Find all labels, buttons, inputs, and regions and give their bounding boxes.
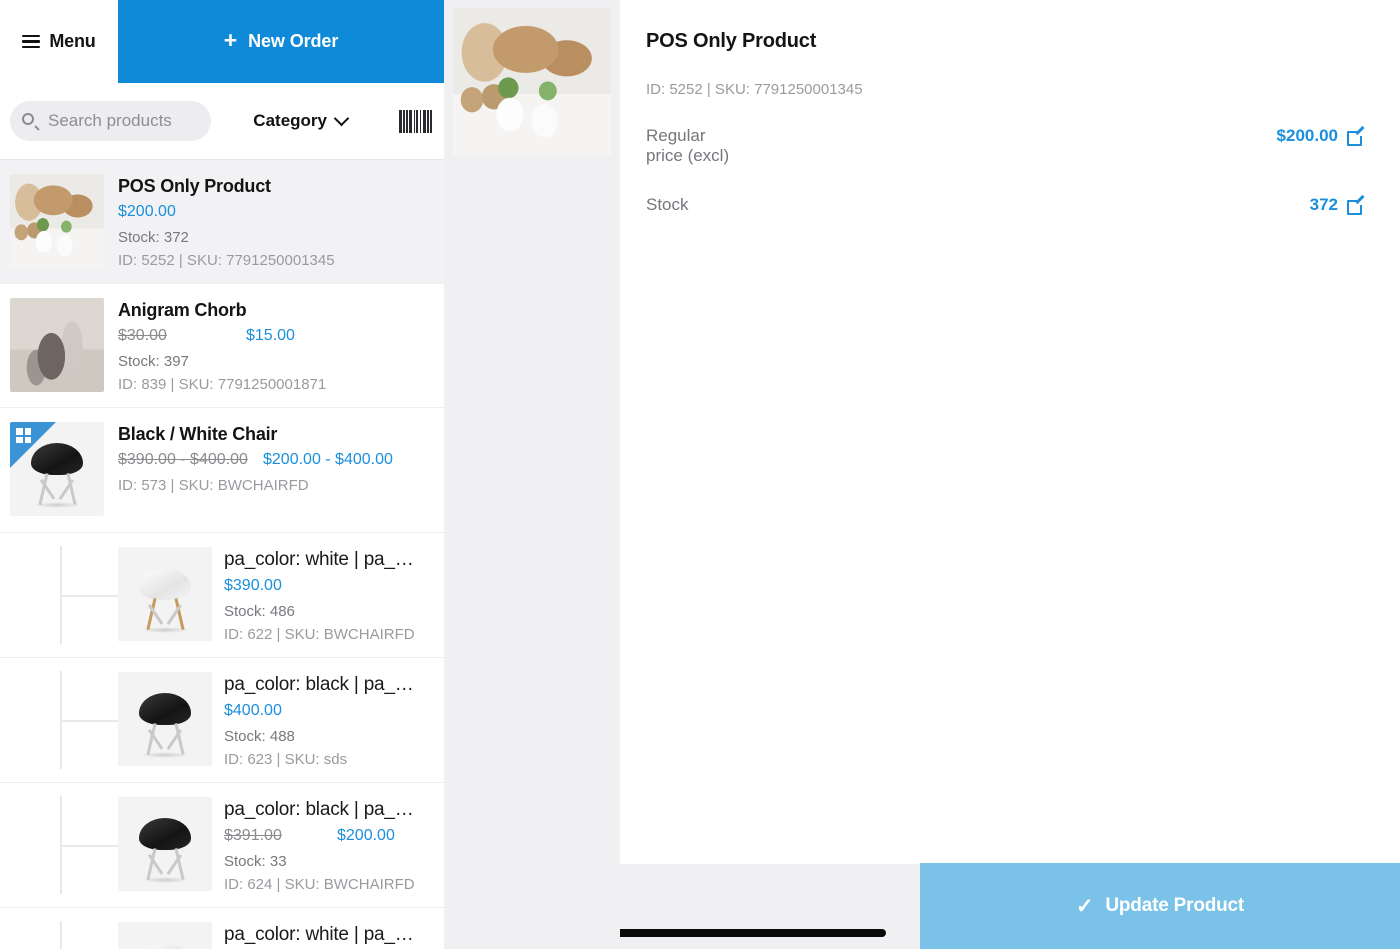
detail-row-stock: Stock 372: [646, 194, 1366, 215]
update-product-label: Update Product: [1105, 895, 1245, 916]
variant-thumbnail: [118, 797, 212, 891]
detail-label: Regular price (excl): [646, 126, 729, 165]
product-ids: ID: 5252 | SKU: 7791250001345: [118, 252, 335, 269]
variant-tree-connector: [0, 671, 118, 769]
new-order-button[interactable]: + New Order: [118, 0, 444, 83]
list-item[interactable]: pa_color: black | pa_… $400.00 Stock: 48…: [0, 658, 444, 783]
variant-ids: ID: 622 | SKU: BWCHAIRFD: [224, 626, 415, 643]
search-input[interactable]: [48, 111, 198, 131]
variant-name: pa_color: white | pa_…: [224, 549, 414, 570]
product-regular-price: $30.00: [118, 327, 167, 344]
product-thumbnail: [10, 174, 104, 268]
plus-icon: +: [223, 27, 238, 53]
pos-app-screen: Menu + New Order Category: [0, 0, 1400, 949]
page-title: POS Only Product: [646, 30, 817, 52]
variant-price: $200.00: [337, 827, 395, 844]
detail-label: Stock: [646, 195, 689, 215]
product-ids: ID: 573 | SKU: BWCHAIRFD: [118, 477, 309, 494]
left-products-column: Menu + New Order Category: [0, 0, 444, 949]
variant-stock: Stock: 488: [224, 728, 295, 745]
variant-name: pa_color: black | pa_…: [224, 674, 414, 695]
product-stock: Stock: 397: [118, 353, 189, 370]
product-detail-area: POS Only Product ID: 5252 | SKU: 7791250…: [620, 0, 1400, 949]
product-price: $200.00 - $400.00: [263, 451, 393, 468]
preview-column: [444, 0, 620, 949]
category-dropdown[interactable]: Category: [253, 110, 350, 131]
grid-icon: [16, 428, 31, 443]
product-price: $200.00: [118, 203, 176, 220]
product-thumbnail: [10, 298, 104, 392]
hamburger-icon: [22, 34, 41, 49]
check-icon: ✓: [1075, 894, 1094, 918]
variant-thumbnail: [118, 547, 212, 641]
variant-regular-price: $391.00: [224, 827, 282, 844]
search-toolbar: Category: [0, 83, 444, 160]
table-row[interactable]: Anigram Chorb $30.00 $15.00 Stock: 397 I…: [0, 284, 444, 408]
product-name: POS Only Product: [118, 176, 271, 196]
update-product-button[interactable]: ✓ Update Product: [920, 863, 1400, 949]
variant-stock: Stock: 33: [224, 853, 287, 870]
variant-thumbnail: [118, 672, 212, 766]
category-label: Category: [253, 111, 327, 130]
product-preview-image: [453, 8, 611, 156]
variant-name: pa_color: white | pa_…: [224, 924, 414, 945]
menu-button[interactable]: Menu: [0, 0, 118, 83]
variant-ids: ID: 623 | SKU: sds: [224, 751, 348, 768]
barcode-scan-button[interactable]: [398, 109, 432, 133]
product-name: Anigram Chorb: [118, 300, 247, 320]
variant-name: pa_color: black | pa_…: [224, 799, 414, 820]
detail-meta: ID: 5252 | SKU: 7791250001345: [646, 81, 863, 98]
stock-value: 372: [1309, 195, 1338, 215]
product-name: Black / White Chair: [118, 424, 278, 444]
chevron-down-icon: [333, 110, 350, 127]
table-row[interactable]: Black / White Chair $390.00 - $400.00 $2…: [0, 408, 444, 533]
variant-stock: Stock: 486: [224, 603, 295, 620]
product-price: $15.00: [246, 327, 295, 344]
menu-button-label: Menu: [49, 31, 96, 51]
product-ids: ID: 839 | SKU: 7791250001871: [118, 376, 327, 393]
product-regular-price: $390.00 - $400.00: [118, 451, 248, 468]
detail-row-regular-price: Regular price (excl) $200.00: [646, 125, 1366, 165]
new-order-label: New Order: [248, 31, 339, 51]
top-bar: Menu + New Order: [0, 0, 444, 83]
search-icon: [22, 112, 40, 131]
edit-pencil-icon[interactable]: [1347, 125, 1366, 146]
list-item[interactable]: pa_color: white | pa_… $390.00 Stock: 30…: [0, 908, 444, 949]
variant-thumbnail: [118, 922, 212, 949]
edit-pencil-icon[interactable]: [1347, 194, 1366, 215]
product-list[interactable]: POS Only Product $200.00 Stock: 372 ID: …: [0, 160, 444, 949]
detail-label-line1: Regular: [646, 126, 706, 145]
search-field-wrapper[interactable]: [10, 101, 212, 141]
variant-price: $400.00: [224, 702, 282, 719]
table-row[interactable]: POS Only Product $200.00 Stock: 372 ID: …: [0, 160, 444, 284]
variant-tree-connector: [0, 796, 118, 894]
product-thumbnail: [10, 422, 104, 516]
variant-tree-connector: [0, 921, 118, 949]
product-stock: Stock: 372: [118, 229, 189, 246]
variant-price: $390.00: [224, 577, 282, 594]
list-item[interactable]: pa_color: white | pa_… $390.00 Stock: 48…: [0, 533, 444, 658]
detail-panel: POS Only Product ID: 5252 | SKU: 7791250…: [620, 0, 1400, 864]
detail-label-line2: price (excl): [646, 145, 730, 165]
variant-tree-connector: [0, 546, 118, 644]
variant-badge: [10, 422, 56, 468]
regular-price-value: $200.00: [1276, 126, 1338, 145]
list-item[interactable]: pa_color: black | pa_… $391.00 $200.00 S…: [0, 783, 444, 908]
variant-ids: ID: 624 | SKU: BWCHAIRFD: [224, 876, 415, 893]
